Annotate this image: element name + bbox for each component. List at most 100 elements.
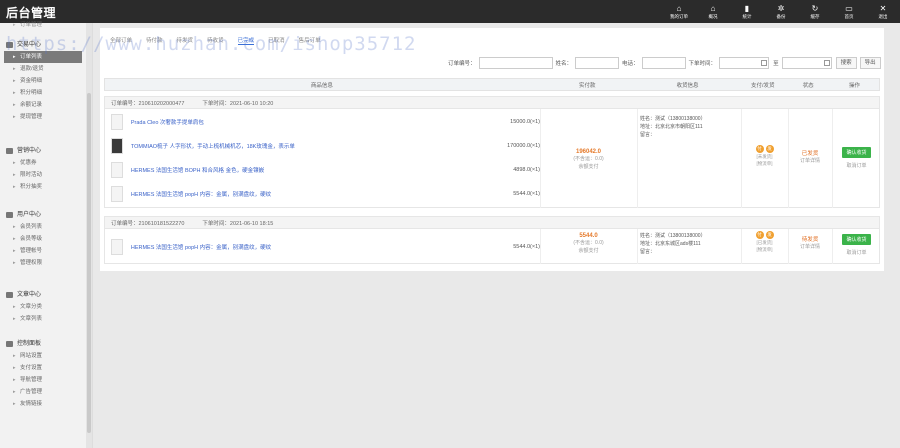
buyer-note: 留言： xyxy=(640,249,656,255)
order-item-row: HERMES 法国生活馆 popH 内容：金属，别满盘纹，硬纹 5544.0(×1… xyxy=(105,182,540,206)
sidebar: 订单管理交易中心订单列表退款/退货资金明细积分明细余额记录提现管理营销中心优惠券… xyxy=(0,19,93,448)
product-thumbnail[interactable] xyxy=(111,239,123,255)
sidebar-group-header[interactable]: 文章中心 xyxy=(0,289,86,301)
sidebar-group-title: 控制面板 xyxy=(17,341,42,347)
receiver-name: 姓名：测试（13800138000） xyxy=(640,233,706,239)
col-header-status: 状态 xyxy=(802,82,814,89)
topnav-item-5[interactable]: ▭ 首页 xyxy=(832,0,866,23)
close-icon: ✕ xyxy=(879,3,887,13)
topnav-item-6[interactable]: ✕ 退出 xyxy=(866,0,900,23)
col-header-goods: 商品信息 xyxy=(310,82,333,89)
logistics-link[interactable]: [物流单] xyxy=(741,246,788,253)
table-header: 商品信息 实付款 收货信息 支付/发货 状态 操作 xyxy=(104,78,880,91)
sidebar-group: 营销中心优惠券限时活动积分抽奖 xyxy=(0,145,86,193)
sidebar-group-title: 文章中心 xyxy=(17,292,42,298)
topnav-item-1[interactable]: ⌂ 概况 xyxy=(696,0,730,23)
product-link[interactable]: Prada Cleo 次奢款手提单肩包 xyxy=(131,118,446,126)
topnav-label: 统计 xyxy=(742,13,752,20)
sidebar-item[interactable]: 限时活动 xyxy=(0,169,86,181)
topnav-label: 我的订单 xyxy=(669,13,688,20)
sidebar-item[interactable]: 退款/退货 xyxy=(0,63,86,75)
product-link[interactable]: TOMMIAO梳子 人字形状，手动上梳机械机芯，18K玫瑰金，表示单 xyxy=(131,142,446,150)
sidebar-item[interactable]: 会员列表 xyxy=(0,221,86,233)
topnav-item-2[interactable]: ▮ 统计 xyxy=(730,0,764,23)
sidebar-item[interactable]: 资金明细 xyxy=(0,75,86,87)
topnav-item-0[interactable]: ⌂ 我的订单 xyxy=(662,0,696,23)
order-item-row: HERMES 法国生活馆 popH 内容：金属，别满盘纹，硬纹 5544.0(×1… xyxy=(105,235,540,259)
sidebar-group: 控制面板网站设置支付设置导航管理广告管理友情链接 xyxy=(0,338,86,410)
sidebar-item[interactable]: 提现管理 xyxy=(0,111,86,123)
confirm-receipt-button[interactable]: 确认收货 xyxy=(842,234,871,245)
sidebar-group-header[interactable]: 用户中心 xyxy=(0,209,86,221)
topnav-label: 缓存 xyxy=(810,13,820,20)
product-thumbnail[interactable] xyxy=(111,114,123,130)
search-button[interactable]: 搜索 xyxy=(835,57,857,69)
product-thumbnail[interactable] xyxy=(111,162,123,178)
paid-status-icon: 付 xyxy=(755,231,764,239)
cancel-order-link[interactable]: 取消订单 xyxy=(832,249,881,256)
product-thumbnail[interactable] xyxy=(111,138,123,154)
product-link[interactable]: HERMES 法国生活馆 popH 内容：金属，别满盘纹，硬纹 xyxy=(131,190,446,198)
action-cell: 确认收货 取消订单 xyxy=(832,234,881,256)
order-card: 订单编号：210610202000477 下单时间：2021-06-10 10:… xyxy=(104,96,880,208)
sidebar-scroll-thumb[interactable] xyxy=(87,93,91,433)
shipped-status-icon: 发 xyxy=(765,145,774,153)
sidebar-item[interactable]: 管理权限 xyxy=(0,257,86,269)
sidebar-item[interactable]: 友情链接 xyxy=(0,398,86,410)
order-detail-link[interactable]: 订单详情 xyxy=(788,157,832,164)
phone-input[interactable] xyxy=(641,57,686,69)
order-no-label: 订单编号： xyxy=(448,61,476,67)
sidebar-item[interactable]: 管理帐号 xyxy=(0,245,86,257)
product-link[interactable]: HERMES 法国生活馆 popH 内容：金属，别满盘纹，硬纹 xyxy=(131,243,446,251)
sidebar-group-header[interactable]: 营销中心 xyxy=(0,145,86,157)
topnav-label: 退出 xyxy=(878,13,888,20)
sidebar-item[interactable]: 导航管理 xyxy=(0,374,86,386)
sidebar-item[interactable]: 订单管理 xyxy=(0,19,86,31)
sidebar-item[interactable]: 网站设置 xyxy=(0,350,86,362)
order-header: 订单编号：210610202000477 下单时间：2021-06-10 10:… xyxy=(105,97,879,109)
folder-icon xyxy=(6,292,13,298)
product-link[interactable]: HERMES 法国生活馆 BOPH 和合风格 金色，硬金镶嵌 xyxy=(131,166,446,174)
sidebar-item[interactable]: 文章列表 xyxy=(0,313,86,325)
topnav-item-4[interactable]: ↻ 缓存 xyxy=(798,0,832,23)
sidebar-group-title: 营销中心 xyxy=(17,148,42,154)
sidebar-item[interactable]: 余额记录 xyxy=(0,99,86,111)
export-button[interactable]: 导出 xyxy=(859,57,881,69)
sidebar-group: 订单管理 xyxy=(0,19,86,31)
name-input[interactable] xyxy=(575,57,620,69)
sidebar-item[interactable]: 会员等级 xyxy=(0,233,86,245)
folder-icon xyxy=(6,212,13,218)
shipped-status-icon: 发 xyxy=(765,231,774,239)
calendar-icon[interactable] xyxy=(823,60,830,66)
watermark: https://www.huzhan.com/ishop35712 xyxy=(6,33,417,55)
calendar-icon[interactable] xyxy=(761,60,768,66)
sidebar-item[interactable]: 优惠券 xyxy=(0,157,86,169)
sidebar-scrollbar[interactable] xyxy=(86,23,92,448)
product-thumbnail[interactable] xyxy=(111,186,123,202)
order-item-row: TOMMIAO梳子 人字形状，手动上梳机械机芯，18K玫瑰金，表示单 170000… xyxy=(105,134,540,158)
topnav-item-3[interactable]: ✲ 备份 xyxy=(764,0,798,23)
order-no-input[interactable] xyxy=(478,57,553,69)
order-detail-link[interactable]: 订单详情 xyxy=(788,243,832,250)
top-bar: 后台管理 ⌂ 我的订单 ⌂ 概况 ▮ 统计 ✲ 备份 ↻ 缓存 ▭ 首页 ✕ 退出 xyxy=(0,0,900,23)
sidebar-item[interactable]: 积分明细 xyxy=(0,87,86,99)
col-header-shipping-info: 收货信息 xyxy=(676,82,699,89)
order-status: 待发货 xyxy=(801,237,819,243)
sidebar-group-header[interactable]: 控制面板 xyxy=(0,338,86,350)
address-cell: 姓名：测试（13800138000） 地址：北京东城区ads楼111 留言： xyxy=(637,232,741,256)
logistics-link[interactable]: [物流单] xyxy=(741,160,788,167)
sidebar-item[interactable]: 文章分类 xyxy=(0,301,86,313)
sidebar-item[interactable]: 积分抽奖 xyxy=(0,181,86,193)
sidebar-group-title: 用户中心 xyxy=(17,212,42,218)
confirm-receipt-button[interactable]: 确认收货 xyxy=(842,147,871,158)
sidebar-item[interactable]: 支付设置 xyxy=(0,362,86,374)
col-header-paid: 实付款 xyxy=(578,82,596,89)
status-cell: 已发货 订单详情 xyxy=(788,149,832,164)
payment-cell: 196042.0 (不含运：0.0) 余额支付 xyxy=(540,149,637,171)
cancel-order-link[interactable]: 取消订单 xyxy=(832,162,881,169)
date-label: 下单时间： xyxy=(688,61,717,67)
sidebar-item[interactable]: 广告管理 xyxy=(0,386,86,398)
col-header-pay-ship: 支付/发货 xyxy=(751,82,775,89)
filter-bar: 订单编号： 姓名： 电话： 下单时间： 至 搜索 导出 xyxy=(448,57,881,69)
status-cell: 待发货 订单详情 xyxy=(788,235,832,250)
